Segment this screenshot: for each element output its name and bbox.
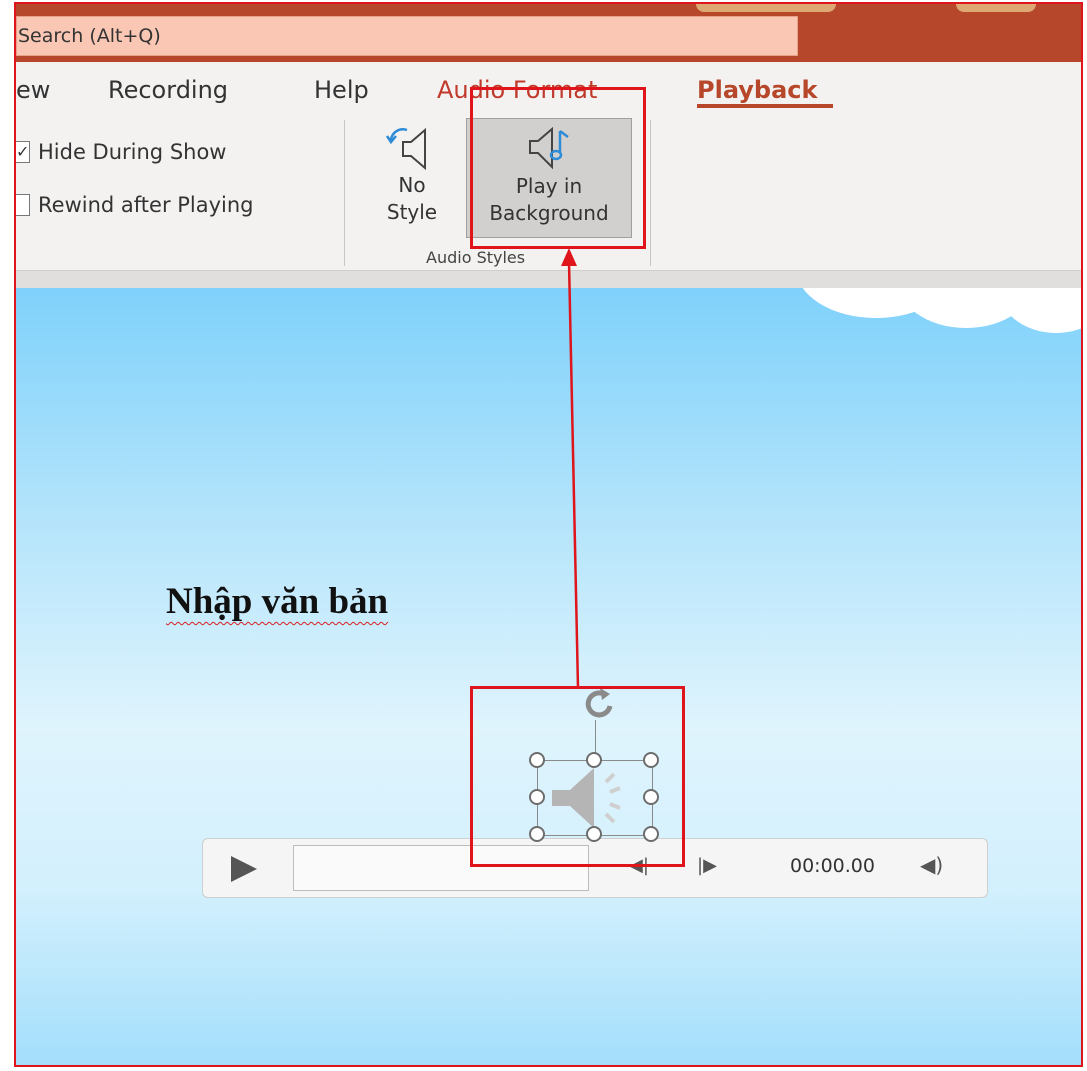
annotation-arrow (561, 248, 580, 689)
